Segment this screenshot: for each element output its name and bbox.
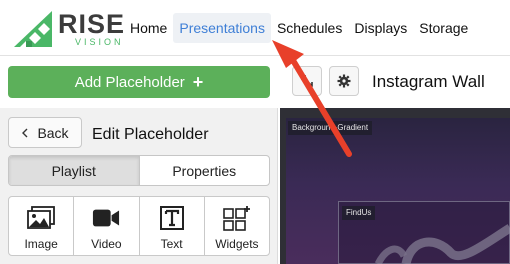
placeholder-label-findus: FindUs [342, 206, 376, 220]
tile-video-label: Video [91, 237, 122, 251]
video-camera-icon [93, 209, 120, 227]
nav-storage[interactable]: Storage [413, 13, 474, 43]
presentation-title[interactable]: Instagram Wall [372, 72, 485, 92]
tab-playlist[interactable]: Playlist [9, 156, 140, 185]
back-label: Back [37, 124, 69, 141]
add-placeholder-button[interactable]: Add Placeholder + [8, 66, 270, 98]
top-navbar: RISE VISION Home Presentations Schedules… [0, 0, 510, 56]
nav-presentations[interactable]: Presentations [173, 13, 271, 43]
widgets-icon [223, 206, 250, 231]
back-button[interactable]: Back [8, 117, 82, 148]
settings-button[interactable] [329, 66, 359, 96]
add-placeholder-label: Add Placeholder [74, 73, 185, 91]
rise-vision-logo[interactable]: RISE VISION [12, 9, 124, 49]
tab-properties[interactable]: Properties [140, 156, 270, 185]
nav-home[interactable]: Home [124, 13, 173, 43]
content-type-tiles: Image Video Text Widgets [8, 196, 270, 256]
tile-image-label: Image [24, 237, 58, 251]
panel-title: Edit Placeholder [92, 126, 209, 143]
nav-schedules[interactable]: Schedules [271, 13, 348, 43]
main-nav: Home Presentations Schedules Displays St… [124, 12, 474, 44]
tile-image[interactable]: Image [9, 197, 75, 255]
chevron-left-icon [22, 128, 28, 137]
tile-text[interactable]: Text [140, 197, 205, 255]
tile-text-label: Text [160, 237, 183, 251]
fullscreen-button[interactable] [292, 66, 322, 96]
nav-displays[interactable]: Displays [348, 13, 413, 43]
logo-word: RISE [58, 9, 126, 39]
gear-icon [337, 74, 351, 88]
tile-widgets[interactable]: Widgets [205, 197, 269, 255]
images-icon [27, 206, 56, 229]
logo-mark-icon [14, 11, 52, 47]
expand-icon [301, 75, 313, 87]
placeholder-label-background: Background-Gradient [288, 121, 373, 135]
logo-subword: VISION [75, 37, 124, 47]
panel-tabs: Playlist Properties [8, 155, 270, 186]
plus-icon: + [192, 72, 204, 92]
tile-video[interactable]: Video [74, 197, 140, 255]
text-icon [159, 206, 184, 230]
tile-widgets-label: Widgets [215, 237, 259, 251]
